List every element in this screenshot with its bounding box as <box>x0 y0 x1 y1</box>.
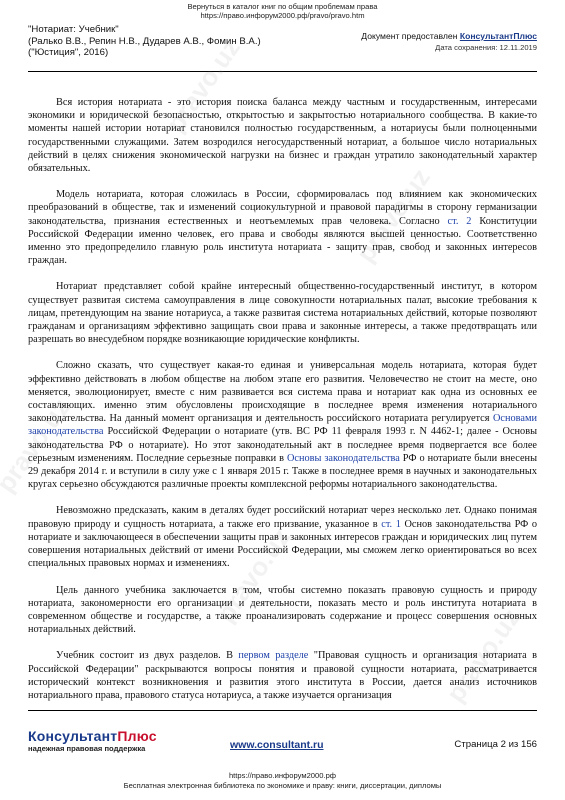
catalog-url[interactable]: https://право.инфорум2000.рф/pravo/pravo… <box>0 11 565 20</box>
bottom-banner: https://право.инфорум2000.рф Бесплатная … <box>0 771 565 790</box>
notary-law-link-2[interactable]: Основы законодательства <box>287 453 400 464</box>
consultant-brand-link[interactable]: КонсультантПлюс <box>460 31 537 41</box>
provided-by: Документ предоставлен КонсультантПлюс <box>237 31 537 42</box>
paragraph-2: Модель нотариата, которая сложилась в Ро… <box>28 189 538 267</box>
paragraph-1: Вся история нотариата - это история поис… <box>28 97 537 175</box>
logo-part1: Консультант <box>28 728 118 744</box>
logo-part2: Плюс <box>117 728 157 744</box>
top-banner: Вернуться в каталог книг по общим пробле… <box>0 2 565 20</box>
consultant-logo: КонсультантПлюс надежная правовая поддер… <box>28 728 157 754</box>
document-body: Вся история нотариата - это история поис… <box>28 96 537 715</box>
paragraph-7: Учебник состоит из двух разделов. В перв… <box>28 650 537 701</box>
provided-prefix: Документ предоставлен <box>361 31 460 41</box>
notary-law-art1-link[interactable]: ст. 1 <box>381 519 401 530</box>
page-number: Страница 2 из 156 <box>454 739 537 750</box>
save-date: Дата сохранения: 12.11.2019 <box>435 43 537 52</box>
library-url[interactable]: https://право.инфорум2000.рф <box>0 771 565 781</box>
constitution-art2-link[interactable]: ст. 2 <box>448 216 472 227</box>
paragraph-3: Нотариат представляет собой крайне интер… <box>28 281 537 346</box>
catalog-link[interactable]: Вернуться в каталог книг по общим пробле… <box>0 2 565 11</box>
footer-divider <box>28 710 537 711</box>
header-divider <box>28 71 537 72</box>
library-description: Бесплатная электронная библиотека по эко… <box>123 780 442 790</box>
provider-info: Документ предоставлен КонсультантПлюс Да… <box>237 31 537 53</box>
paragraph-4: Сложно сказать, что существует какая-то … <box>28 360 537 491</box>
paragraph-5: Невозможно предсказать, каким в деталях … <box>28 505 538 570</box>
first-section-link[interactable]: первом разделе <box>238 650 308 661</box>
logo-tagline: надежная правовая поддержка <box>28 744 146 753</box>
paragraph-6: Цель данного учебника заключается в том,… <box>28 584 537 636</box>
consultant-site-link[interactable]: www.consultant.ru <box>230 739 324 751</box>
